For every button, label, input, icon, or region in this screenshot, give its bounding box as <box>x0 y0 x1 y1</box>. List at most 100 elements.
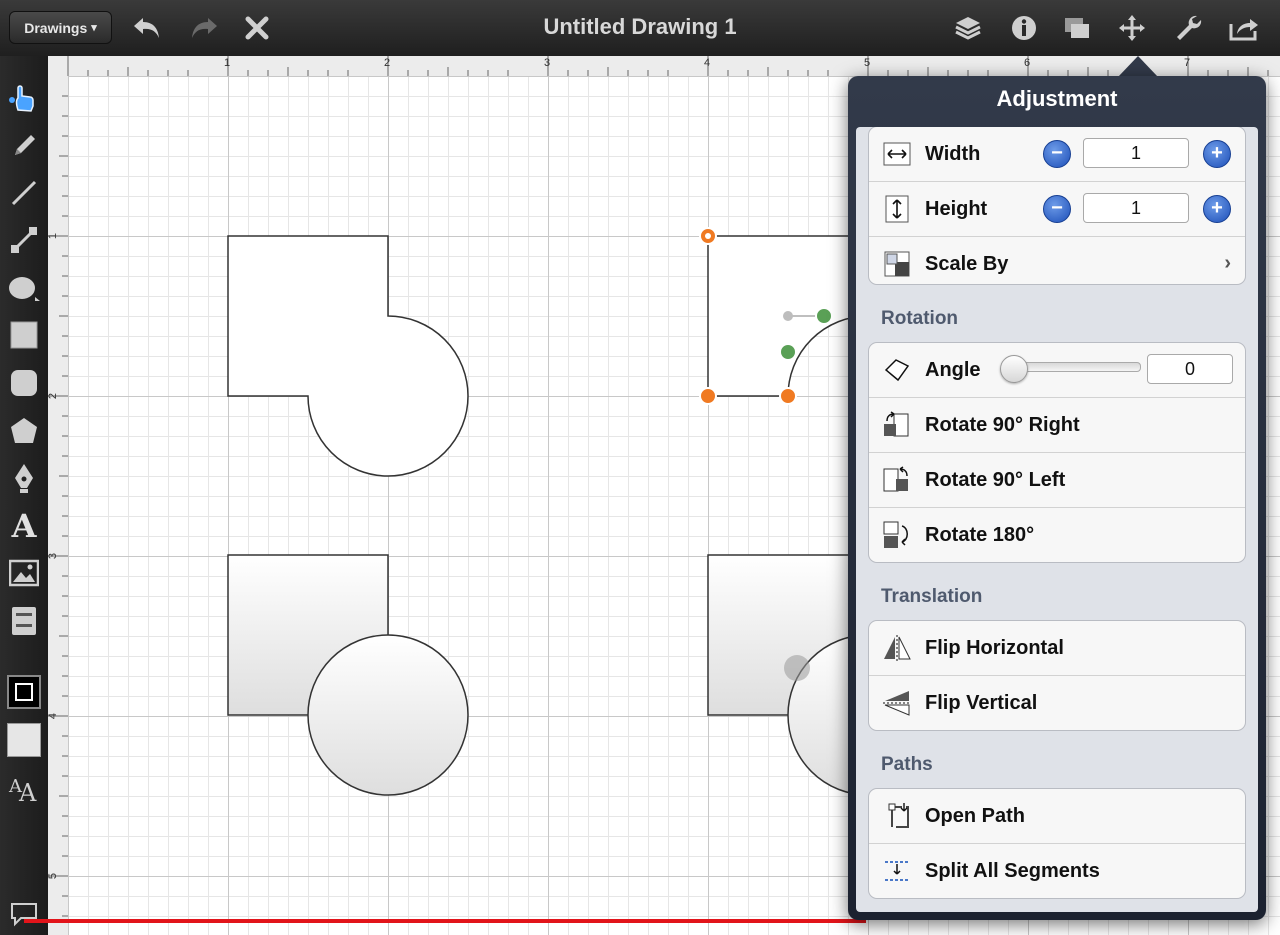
text-icon[interactable]: A <box>4 506 44 546</box>
tool-palette: A AA <box>0 56 49 935</box>
flip-horizontal-label: Flip Horizontal <box>925 636 1064 659</box>
angle-slider-thumb[interactable] <box>1000 355 1028 383</box>
move-icon[interactable] <box>1114 10 1150 46</box>
width-decrement-button[interactable]: − <box>1043 140 1071 168</box>
display-icon[interactable] <box>1059 10 1095 46</box>
split-segments-row[interactable]: Split All Segments <box>869 844 1245 898</box>
rotate-180-row[interactable]: Rotate 180° <box>869 508 1245 562</box>
union-shape <box>227 235 469 477</box>
adjustment-popover: Adjustment Width − 1 + Height − 1 + Scal… <box>848 76 1266 920</box>
vertical-ruler: 1 2 3 4 5 <box>47 76 69 935</box>
stencil-icon[interactable] <box>4 601 44 641</box>
paths-section-title: Paths <box>881 754 933 775</box>
pen-icon[interactable] <box>4 458 44 498</box>
flip-vertical-row[interactable]: Flip Vertical <box>869 676 1245 730</box>
ruler-label: 2 <box>47 392 60 400</box>
height-field[interactable]: 1 <box>1083 193 1189 223</box>
control-point <box>783 311 793 321</box>
ruler-label: 5 <box>864 57 871 69</box>
ruler-label: 1 <box>47 232 60 240</box>
layers-icon[interactable] <box>950 10 986 46</box>
popover-title: Adjustment <box>996 86 1118 111</box>
rotate-left-icon <box>877 464 917 496</box>
pencil-icon[interactable] <box>4 126 44 166</box>
close-icon[interactable] <box>239 10 275 46</box>
angle-field[interactable]: 0 <box>1147 354 1233 384</box>
width-label: Width <box>925 142 981 165</box>
rotate-right-icon <box>877 409 917 441</box>
rotate-left-row[interactable]: Rotate 90° Left <box>869 453 1245 508</box>
connector-icon[interactable] <box>4 220 44 260</box>
rectangle-icon[interactable] <box>4 315 44 355</box>
rounded-rectangle-icon[interactable] <box>4 363 44 403</box>
ruler-label: 3 <box>47 552 60 560</box>
text-tool-glyph: A <box>11 507 37 545</box>
scale-icon <box>877 248 917 280</box>
control-point <box>815 307 833 325</box>
ruler-label: 4 <box>704 57 711 69</box>
ruler-label: 1 <box>224 57 231 69</box>
drawings-button-label: Drawings <box>24 19 88 36</box>
flip-vertical-icon <box>877 687 917 719</box>
height-decrement-button[interactable]: − <box>1043 195 1071 223</box>
comment-icon[interactable] <box>4 894 44 934</box>
ruler-label: 4 <box>47 712 60 720</box>
share-icon[interactable] <box>1226 10 1262 46</box>
horizontal-ruler: 1 2 3 4 5 6 7 <box>48 56 1280 77</box>
info-icon[interactable] <box>1006 10 1042 46</box>
drawings-menu-button[interactable]: Drawings ▾ <box>9 11 112 44</box>
popover-arrow <box>1118 56 1158 77</box>
document-title: Untitled Drawing 1 <box>543 14 737 39</box>
chevron-right-icon: › <box>1224 252 1231 274</box>
image-icon[interactable] <box>4 553 44 593</box>
angle-icon <box>877 354 917 386</box>
stroke-color-swatch[interactable] <box>4 672 44 712</box>
width-increment-button[interactable]: + <box>1203 140 1231 168</box>
ruler-label: 7 <box>1184 57 1191 69</box>
ellipse-icon[interactable] <box>4 268 44 308</box>
progress-line <box>24 919 866 923</box>
width-icon <box>877 138 917 170</box>
rotate-180-icon <box>877 519 917 551</box>
pointer-tool[interactable] <box>4 78 44 118</box>
scale-by-label: Scale By <box>925 252 1009 275</box>
ruler-label: 5 <box>47 872 60 880</box>
ruler-label: 3 <box>544 57 551 69</box>
flip-horizontal-icon <box>877 632 917 664</box>
control-point <box>779 343 797 361</box>
selection-handle <box>699 387 717 405</box>
selection-handle <box>779 387 797 405</box>
height-increment-button[interactable]: + <box>1203 195 1231 223</box>
split-segments-label: Split All Segments <box>925 859 1100 882</box>
adjustment-panel-body: Width − 1 + Height − 1 + Scale By › Rota… <box>856 127 1258 912</box>
top-toolbar: Drawings ▾ Untitled Drawing 1 <box>0 0 1280 57</box>
touch-indicator <box>784 655 810 681</box>
rotate-180-label: Rotate 180° <box>925 523 1035 546</box>
polygon-icon[interactable] <box>4 411 44 451</box>
angle-row: Angle 0 <box>869 343 1245 398</box>
ruler-label: 2 <box>384 57 391 69</box>
height-row: Height − 1 + <box>869 182 1245 237</box>
rotation-group: Angle 0 Rotate 90° Right Rotate 90° Left <box>868 342 1246 563</box>
font-size-icon[interactable]: AA <box>4 768 44 808</box>
translation-group: Flip Horizontal Flip Vertical <box>868 620 1246 731</box>
size-group: Width − 1 + Height − 1 + Scale By › <box>868 127 1246 285</box>
flip-vertical-label: Flip Vertical <box>925 691 1038 714</box>
scale-by-row[interactable]: Scale By › <box>869 237 1245 284</box>
angle-label: Angle <box>925 358 981 381</box>
undo-icon[interactable] <box>129 10 165 46</box>
ruler-label: 6 <box>1024 57 1031 69</box>
paths-group: Open Path Split All Segments <box>868 788 1246 899</box>
redo-icon[interactable] <box>186 10 222 46</box>
fill-color-swatch[interactable] <box>4 720 44 760</box>
width-field[interactable]: 1 <box>1083 138 1189 168</box>
rotate-right-row[interactable]: Rotate 90° Right <box>869 398 1245 453</box>
open-path-row[interactable]: Open Path <box>869 789 1245 844</box>
circle-shape <box>307 634 469 796</box>
translation-section-title: Translation <box>881 586 983 607</box>
height-icon <box>877 193 917 225</box>
line-icon[interactable] <box>4 173 44 213</box>
rotate-left-label: Rotate 90° Left <box>925 468 1066 491</box>
flip-horizontal-row[interactable]: Flip Horizontal <box>869 621 1245 676</box>
wrench-icon[interactable] <box>1170 10 1206 46</box>
